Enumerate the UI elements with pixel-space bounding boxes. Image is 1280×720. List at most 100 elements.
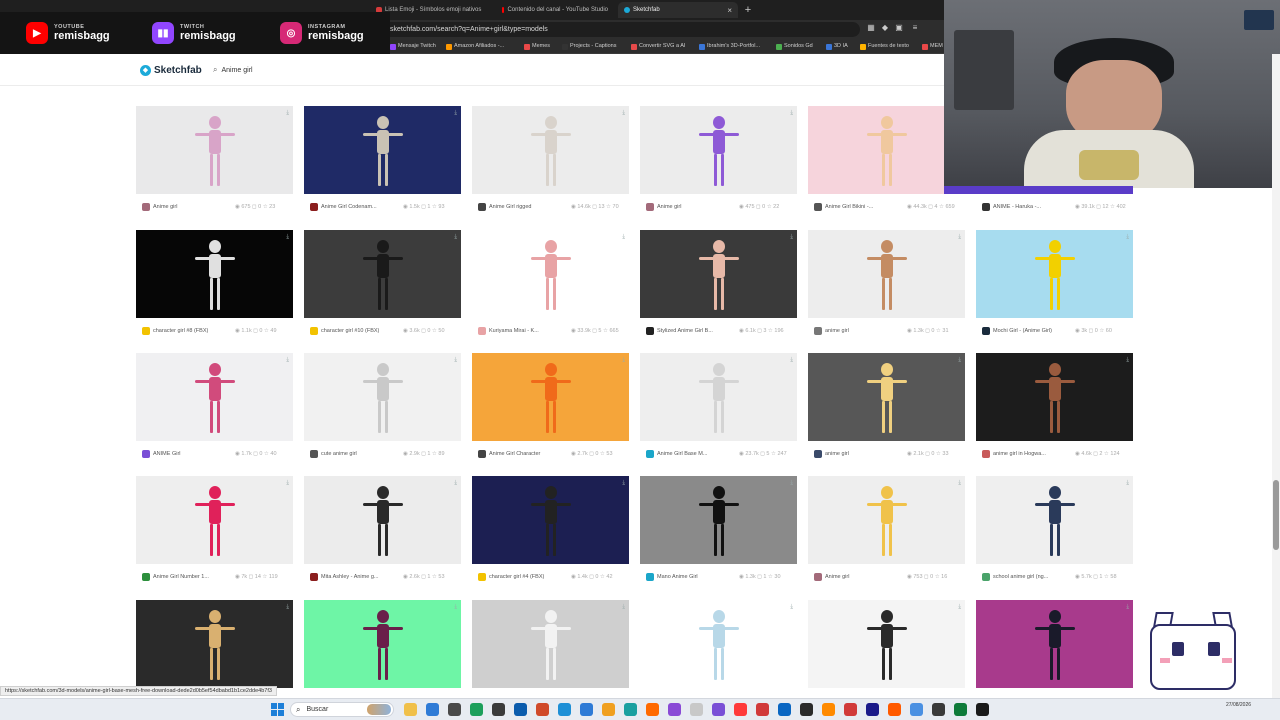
taskbar-app-icon[interactable] (954, 703, 967, 716)
author-avatar[interactable] (142, 450, 150, 458)
taskbar-app-icon[interactable] (580, 703, 593, 716)
author-avatar[interactable] (142, 327, 150, 335)
model-thumbnail[interactable]: ⤓ (640, 106, 797, 194)
model-thumbnail[interactable]: ⤓ (808, 230, 965, 318)
model-thumbnail[interactable]: ⤓ (304, 600, 461, 688)
download-icon[interactable]: ⤓ (454, 480, 457, 487)
model-thumbnail[interactable]: ⤓ (808, 476, 965, 564)
model-thumbnail[interactable]: ⤓ (304, 106, 461, 194)
model-card[interactable]: ⤓ Mochi Girl - (Anime Girl) ◉ 3k ◻ 0 ☆ 60 (976, 230, 1133, 342)
author-avatar[interactable] (310, 450, 318, 458)
author-avatar[interactable] (310, 327, 318, 335)
model-card[interactable]: ⤓ Mano Anime Girl ◉ 1.3k ◻ 1 ☆ 30 (640, 476, 797, 588)
model-thumbnail[interactable]: ⤓ (136, 600, 293, 688)
model-card[interactable]: ⤓ (976, 600, 1133, 712)
model-title[interactable]: Anime Girl Bikini -... (825, 204, 907, 210)
taskbar-app-icon[interactable] (558, 703, 571, 716)
download-icon[interactable]: ⤓ (1126, 480, 1129, 487)
author-avatar[interactable] (310, 203, 318, 211)
download-icon[interactable]: ⤓ (790, 480, 793, 487)
author-avatar[interactable] (478, 203, 486, 211)
model-thumbnail[interactable]: ⤓ (808, 106, 965, 194)
model-card[interactable]: ⤓ school anime girl (ng... ◉ 5.7k ◻ 1 ☆ 58 (976, 476, 1133, 588)
download-icon[interactable]: ⤓ (454, 234, 457, 241)
taskbar-app-icon[interactable] (602, 703, 615, 716)
taskbar-app-icon[interactable] (426, 703, 439, 716)
taskbar-app-icon[interactable] (668, 703, 681, 716)
model-thumbnail[interactable]: ⤓ (976, 600, 1133, 688)
download-icon[interactable]: ⤓ (958, 357, 961, 364)
model-title[interactable]: character girl #4 (FBX) (489, 574, 571, 580)
download-icon[interactable]: ⤓ (958, 234, 961, 241)
author-avatar[interactable] (982, 573, 990, 581)
taskbar-app-icon[interactable] (932, 703, 945, 716)
taskbar-app-icon[interactable] (646, 703, 659, 716)
model-card[interactable]: ⤓ (808, 600, 965, 712)
page-scrollbar[interactable] (1272, 54, 1280, 700)
start-button[interactable] (271, 703, 284, 716)
taskbar-app-icon[interactable] (470, 703, 483, 716)
download-icon[interactable]: ⤓ (958, 480, 961, 487)
model-card[interactable]: ⤓ Anime Girl Base M... ◉ 23.7k ◻ 5 ☆ 247 (640, 353, 797, 465)
author-avatar[interactable] (814, 573, 822, 581)
model-title[interactable]: Anime Girl Number 1... (153, 574, 235, 580)
download-icon[interactable]: ⤓ (1126, 234, 1129, 241)
model-title[interactable]: Anime girl (825, 574, 907, 580)
model-thumbnail[interactable]: ⤓ (472, 106, 629, 194)
model-title[interactable]: character girl #8 (FBX) (153, 328, 235, 334)
scrollbar-thumb[interactable] (1273, 480, 1279, 550)
model-card[interactable]: ⤓ anime girl ◉ 1.3k ◻ 0 ☆ 31 (808, 230, 965, 342)
model-thumbnail[interactable]: ⤓ (472, 476, 629, 564)
taskbar-app-icon[interactable] (448, 703, 461, 716)
model-thumbnail[interactable]: ⤓ (136, 106, 293, 194)
taskbar-app-icon[interactable] (536, 703, 549, 716)
model-title[interactable]: Anime Girl Codenam... (321, 204, 403, 210)
author-avatar[interactable] (982, 327, 990, 335)
author-avatar[interactable] (646, 573, 654, 581)
taskbar-app-icon[interactable] (910, 703, 923, 716)
model-card[interactable]: ⤓ Anime Girl Number 1... ◉ 7k ◻ 14 ☆ 119 (136, 476, 293, 588)
taskbar-app-icon[interactable] (800, 703, 813, 716)
taskbar-app-icon[interactable] (514, 703, 527, 716)
author-avatar[interactable] (646, 327, 654, 335)
model-thumbnail[interactable]: ⤓ (136, 476, 293, 564)
model-card[interactable]: ⤓ Anime Girl rigged ◉ 14.6k ◻ 13 ☆ 70 (472, 106, 629, 218)
model-title[interactable]: Mita Ashley - Anime g... (321, 574, 403, 580)
taskbar-app-icon[interactable] (712, 703, 725, 716)
download-icon[interactable]: ⤓ (286, 480, 289, 487)
model-card[interactable]: ⤓ anime girl in Hogwa... ◉ 4.6k ◻ 2 ☆ 124 (976, 353, 1133, 465)
model-thumbnail[interactable]: ⤓ (976, 353, 1133, 441)
model-title[interactable]: anime girl (825, 451, 907, 457)
download-icon[interactable]: ⤓ (622, 110, 625, 117)
taskbar-app-icon[interactable] (404, 703, 417, 716)
download-icon[interactable]: ⤓ (790, 110, 793, 117)
author-avatar[interactable] (478, 327, 486, 335)
download-icon[interactable]: ⤓ (790, 604, 793, 611)
model-card[interactable]: ⤓ character girl #8 (FBX) ◉ 1.1k ◻ 0 ☆ 49 (136, 230, 293, 342)
model-title[interactable]: ANIME - Haruka -... (993, 204, 1075, 210)
download-icon[interactable]: ⤓ (1126, 604, 1129, 611)
model-title[interactable]: anime girl in Hogwa... (993, 451, 1075, 457)
model-thumbnail[interactable]: ⤓ (136, 353, 293, 441)
download-icon[interactable]: ⤓ (286, 357, 289, 364)
model-title[interactable]: school anime girl (ng... (993, 574, 1075, 580)
model-title[interactable]: Anime Girl Character (489, 451, 571, 457)
author-avatar[interactable] (646, 203, 654, 211)
model-thumbnail[interactable]: ⤓ (472, 353, 629, 441)
download-icon[interactable]: ⤓ (454, 110, 457, 117)
taskbar-app-icon[interactable] (976, 703, 989, 716)
taskbar-app-icon[interactable] (888, 703, 901, 716)
download-icon[interactable]: ⤓ (286, 110, 289, 117)
model-thumbnail[interactable]: ⤓ (640, 476, 797, 564)
model-thumbnail[interactable]: ⤓ (136, 230, 293, 318)
author-avatar[interactable] (478, 573, 486, 581)
model-thumbnail[interactable]: ⤓ (976, 230, 1133, 318)
model-title[interactable]: Mano Anime Girl (657, 574, 739, 580)
model-title[interactable]: cute anime girl (321, 451, 403, 457)
author-avatar[interactable] (814, 203, 822, 211)
download-icon[interactable]: ⤓ (286, 234, 289, 241)
model-thumbnail[interactable]: ⤓ (304, 476, 461, 564)
model-title[interactable]: Mochi Girl - (Anime Girl) (993, 328, 1075, 334)
model-title[interactable]: Anime girl (657, 204, 739, 210)
taskbar-app-icon[interactable] (734, 703, 747, 716)
